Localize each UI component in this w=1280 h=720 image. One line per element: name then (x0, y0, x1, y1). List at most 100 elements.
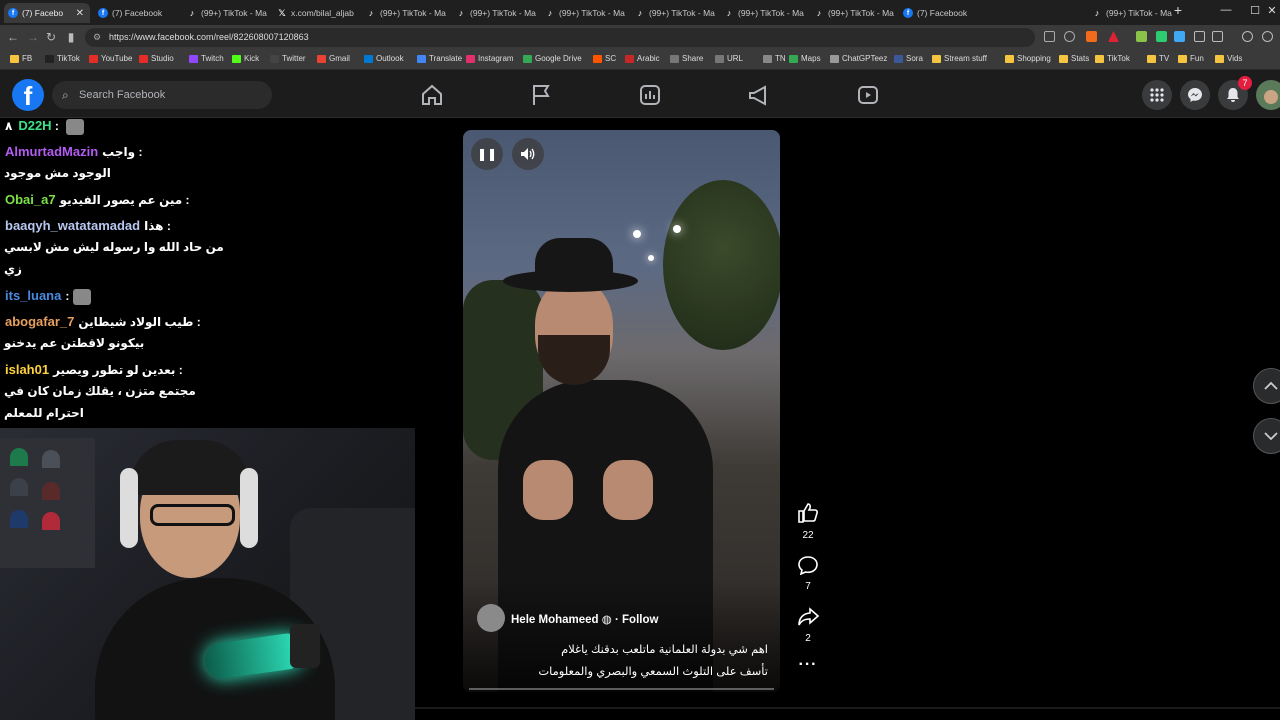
bookmark-item[interactable]: Instagram (466, 54, 514, 63)
home-icon[interactable] (420, 84, 444, 106)
browser-tab[interactable]: ♪ (99+) TikTok - Ma (631, 3, 715, 23)
site-info-icon[interactable]: ⚙ (93, 28, 101, 47)
bookmark-icon (1005, 54, 1014, 63)
tiktok-icon: ♪ (637, 8, 643, 18)
close-tab-icon[interactable]: ✕ (76, 8, 84, 19)
search-input[interactable]: ⌕ Search Facebook (52, 81, 272, 109)
pause-button[interactable]: ❚❚ (471, 138, 503, 170)
bookmark-label: Translate (429, 54, 463, 63)
bookmark-item[interactable]: TN (763, 54, 786, 63)
bookmark-item[interactable]: Studio (139, 54, 174, 63)
dashboard-icon[interactable] (638, 84, 662, 106)
minimize-icon[interactable]: — (1216, 4, 1236, 16)
menu-grid-icon[interactable] (1142, 80, 1172, 110)
bookmark-item[interactable]: Stream stuff (932, 54, 987, 63)
comment-icon[interactable] (797, 555, 819, 576)
bookmark-item[interactable]: Gmail (317, 54, 350, 63)
back-icon[interactable]: ← (6, 30, 20, 44)
bookmark-item[interactable]: Arabic (625, 54, 660, 63)
new-tab-button[interactable]: + (1168, 2, 1188, 18)
bookmark-item[interactable]: TV (1147, 54, 1169, 63)
bookmark-item[interactable]: Twitch (189, 54, 224, 63)
bookmark-item[interactable]: Sora (894, 54, 923, 63)
ads-megaphone-icon[interactable] (747, 84, 771, 106)
close-window-icon[interactable]: ✕ (1262, 4, 1280, 17)
bookmark-item[interactable]: Maps (789, 54, 821, 63)
bookmark-item[interactable]: Fun (1178, 54, 1204, 63)
chat-text: : (65, 289, 70, 303)
follow-button[interactable]: Follow (622, 614, 658, 626)
browser-tab[interactable]: ♪ (99+) TikTok - Ma (541, 3, 625, 23)
rewards-icon[interactable] (1108, 31, 1119, 42)
tab-label: (99+) TikTok - Ma (559, 8, 625, 18)
bookmark-label: Shopping (1017, 54, 1051, 63)
author-name[interactable]: Hele Mohameed (511, 614, 599, 626)
bookmark-item[interactable]: Stats (1059, 54, 1089, 63)
tab-label: (99+) TikTok - Ma (380, 8, 446, 18)
extension-icon[interactable] (1174, 31, 1185, 42)
reel-video[interactable]: ❚❚ Hele Mohameed ◍ · Follow اهم شي بدولة… (463, 130, 780, 692)
facebook-logo[interactable]: f (12, 79, 44, 111)
page-scrollbar[interactable] (415, 707, 1280, 709)
like-action[interactable]: 22 (793, 503, 823, 541)
bookmark-item[interactable]: Vids (1215, 54, 1242, 63)
bookmark-item[interactable]: Share (670, 54, 703, 63)
reload-icon[interactable]: ↻ (44, 30, 58, 44)
author-avatar[interactable] (477, 604, 505, 632)
bookmark-item[interactable]: TikTok (45, 54, 80, 63)
brave-shield-icon[interactable] (1086, 31, 1097, 42)
bookmark-icon[interactable]: ▮ (64, 30, 78, 44)
previous-reel-button[interactable] (1253, 368, 1280, 404)
browser-tab[interactable]: 𝕏x.com/bilal_aljab (273, 3, 357, 23)
browser-tab[interactable]: ♪ (99+) TikTok - Ma (810, 3, 894, 23)
browser-tab[interactable]: ♪ (99+) TikTok - Ma (362, 3, 446, 23)
tiktok-icon: ♪ (1094, 8, 1100, 18)
profile-icon[interactable] (1262, 31, 1273, 42)
bookmark-label: Kick (244, 54, 260, 63)
bookmark-item[interactable]: FB (10, 54, 32, 63)
forward-icon[interactable]: → (26, 30, 40, 44)
bookmark-item[interactable]: ChatGPTeez (830, 54, 887, 63)
browser-tab[interactable]: f (7) Facebook (899, 3, 983, 23)
browser-tab[interactable]: ♪ (99+) TikTok - Ma (183, 3, 267, 23)
bookmark-item[interactable]: URL (715, 54, 743, 63)
pages-flag-icon[interactable] (529, 84, 553, 106)
browser-tab[interactable]: ♪ (99+) TikTok - Ma (1088, 3, 1172, 23)
bookmark-label: Twitter (282, 54, 306, 63)
bookmark-item[interactable]: Outlook (364, 54, 404, 63)
bookmark-item[interactable]: Google Drive (523, 54, 582, 63)
browser-tab[interactable]: f (7) Facebo ✕ (4, 3, 90, 23)
browser-tab[interactable]: ♪ (99+) TikTok - Ma (720, 3, 804, 23)
tiktok-icon: ♪ (368, 8, 374, 18)
bookmark-icon (232, 54, 241, 63)
facebook-icon: f (903, 8, 913, 18)
messenger-icon[interactable] (1180, 80, 1210, 110)
share-icon[interactable] (797, 607, 820, 627)
sidebar-icon[interactable] (1212, 31, 1223, 42)
browser-tab[interactable]: ♪ (99+) TikTok - Ma (452, 3, 536, 23)
extension-icon[interactable] (1136, 31, 1147, 42)
extensions-puzzle-icon[interactable] (1194, 31, 1205, 42)
bookmark-item[interactable]: Kick (232, 54, 259, 63)
share-action[interactable]: 2 (793, 607, 823, 644)
avatar[interactable] (1256, 80, 1280, 110)
progress-bar[interactable] (469, 688, 774, 690)
bookmark-item[interactable]: Shopping (1005, 54, 1051, 63)
bookmark-item[interactable]: YouTube (89, 54, 132, 63)
url-field[interactable]: ⚙ https://www.facebook.com/reel/82260800… (85, 28, 1035, 47)
install-icon[interactable] (1044, 31, 1055, 42)
bookmark-item[interactable]: SC (593, 54, 616, 63)
browser-tab[interactable]: f (7) Facebook (94, 3, 178, 23)
media-icon[interactable] (1242, 31, 1253, 42)
next-reel-button[interactable] (1253, 418, 1280, 454)
like-icon[interactable] (797, 503, 819, 523)
volume-button[interactable] (512, 138, 544, 170)
bookmark-item[interactable]: TikTok (1095, 54, 1130, 63)
comment-action[interactable]: 7 (793, 555, 823, 592)
bookmark-item[interactable]: Translate (417, 54, 462, 63)
extension-icon[interactable] (1156, 31, 1167, 42)
bookmark-item[interactable]: Twitter (270, 54, 306, 63)
zoom-icon[interactable] (1064, 31, 1075, 42)
more-options-icon[interactable]: ··· (793, 656, 823, 674)
video-icon[interactable] (856, 84, 880, 106)
